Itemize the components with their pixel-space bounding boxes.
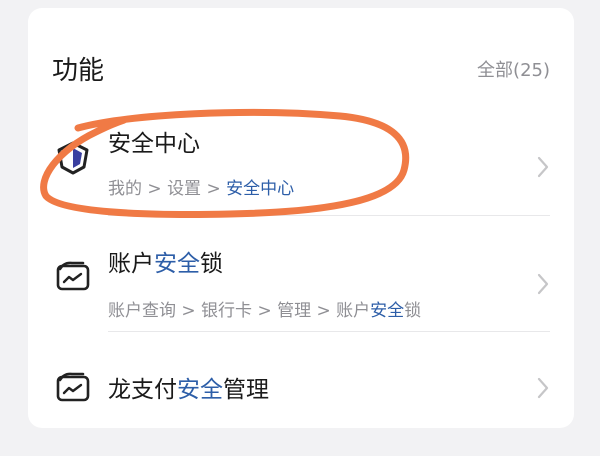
item-title: 龙支付安全管理 bbox=[108, 370, 269, 404]
item-title: 安全中心 bbox=[108, 131, 200, 157]
path-highlight: 安全 bbox=[370, 301, 405, 321]
path-separator: > bbox=[142, 179, 168, 199]
path-separator: > bbox=[201, 179, 227, 199]
chevron-right-icon bbox=[537, 156, 549, 178]
title-part: 锁 bbox=[200, 251, 223, 277]
item-title: 账户安全锁 bbox=[108, 244, 223, 278]
wallet-icon bbox=[56, 261, 90, 291]
shield-icon bbox=[57, 141, 89, 175]
divider bbox=[108, 331, 550, 332]
title-part: 龙支付 bbox=[108, 377, 177, 403]
title-highlight: 安全 bbox=[154, 251, 200, 277]
function-card: 功能 全部(25) 安全中心 我的 > 设置 > 安全中心 账户安全锁 账户查询… bbox=[28, 8, 574, 428]
chevron-right-icon bbox=[537, 273, 549, 295]
path-post: 锁 bbox=[404, 301, 422, 321]
item-path: 账户查询 > 银行卡 > 管理 > 账户安全锁 bbox=[108, 296, 421, 321]
section-title: 功能 bbox=[52, 56, 105, 86]
title-part: 管理 bbox=[223, 377, 269, 403]
divider bbox=[108, 215, 550, 216]
chevron-right-icon bbox=[537, 377, 549, 399]
title-part: 账户 bbox=[108, 251, 154, 277]
path-part: 设置 bbox=[167, 179, 202, 199]
list-item-security-center[interactable]: 安全中心 我的 > 设置 > 安全中心 bbox=[28, 110, 574, 224]
path-part-current: 安全中心 bbox=[226, 179, 295, 199]
path-part: 我的 bbox=[108, 179, 142, 199]
list-item-long-pay-security[interactable]: 龙支付安全管理 bbox=[28, 342, 574, 456]
section-header: 功能 全部(25) bbox=[52, 50, 550, 86]
item-path: 我的 > 设置 > 安全中心 bbox=[108, 174, 294, 199]
view-all-link[interactable]: 全部(25) bbox=[477, 56, 550, 82]
list-item-account-lock[interactable]: 账户安全锁 账户查询 > 银行卡 > 管理 > 账户安全锁 bbox=[28, 226, 574, 340]
path-plain: 账户查询 > 银行卡 > 管理 > 账户 bbox=[108, 301, 371, 321]
title-highlight: 安全 bbox=[177, 377, 223, 403]
